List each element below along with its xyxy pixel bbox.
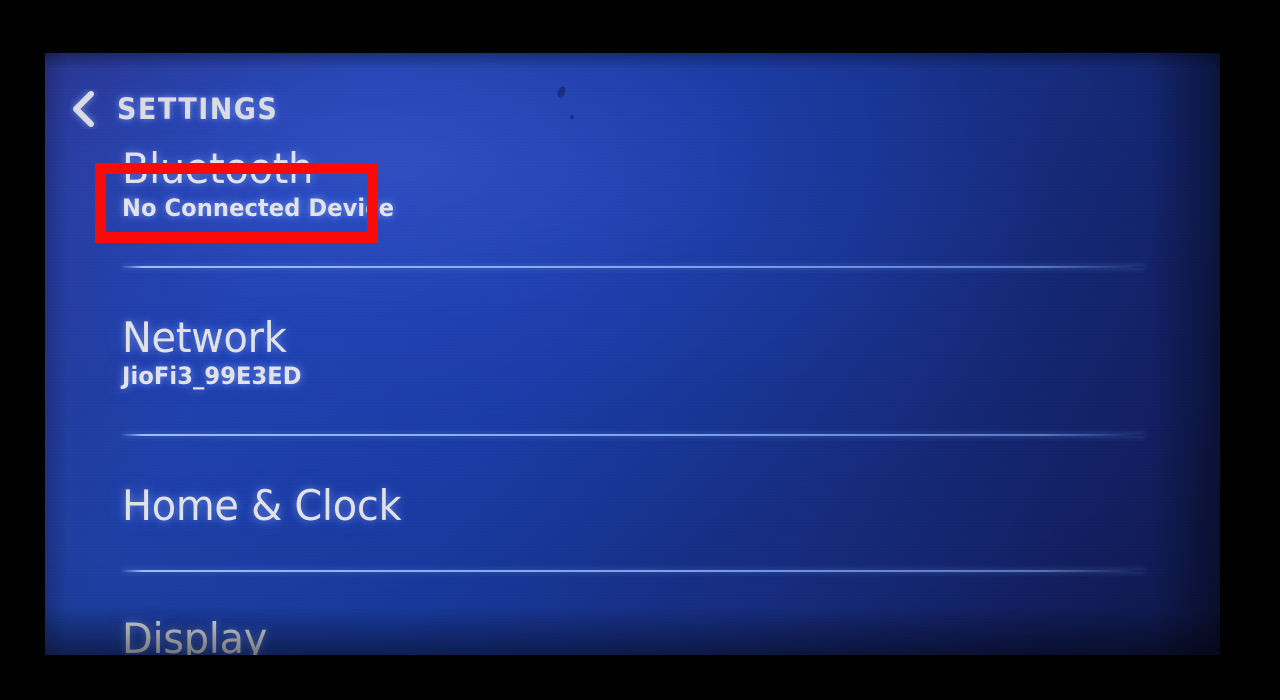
header-bar: SETTINGS (45, 83, 290, 135)
list-item-display[interactable]: Display (45, 617, 1220, 655)
list-item-subtitle: No Connected Device (122, 193, 395, 222)
dust-speck (570, 115, 574, 119)
settings-list: Bluetooth No Connected Device Network Ji… (45, 147, 1220, 655)
list-item-home-and-clock[interactable]: Home & Clock (45, 484, 1220, 528)
list-item-title: Home & Clock (122, 481, 402, 531)
list-item-bluetooth[interactable]: Bluetooth No Connected Device (45, 147, 1220, 222)
list-item-title: Network (122, 312, 287, 362)
dust-speck (556, 85, 567, 99)
list-item-network[interactable]: Network JioFi3_99E3ED (45, 312, 1220, 391)
list-item-title: Bluetooth (122, 144, 314, 193)
photo-frame: SETTINGS Bluetooth No Connected Device N… (0, 0, 1280, 700)
device-screen: SETTINGS Bluetooth No Connected Device N… (45, 53, 1220, 655)
list-item-subtitle: JioFi3_99E3ED (122, 362, 302, 391)
back-button[interactable] (61, 86, 107, 132)
page-title: SETTINGS (117, 92, 279, 126)
chevron-left-icon (69, 89, 99, 129)
screen-content: SETTINGS Bluetooth No Connected Device N… (45, 53, 1220, 655)
list-item-title: Display (122, 614, 268, 655)
